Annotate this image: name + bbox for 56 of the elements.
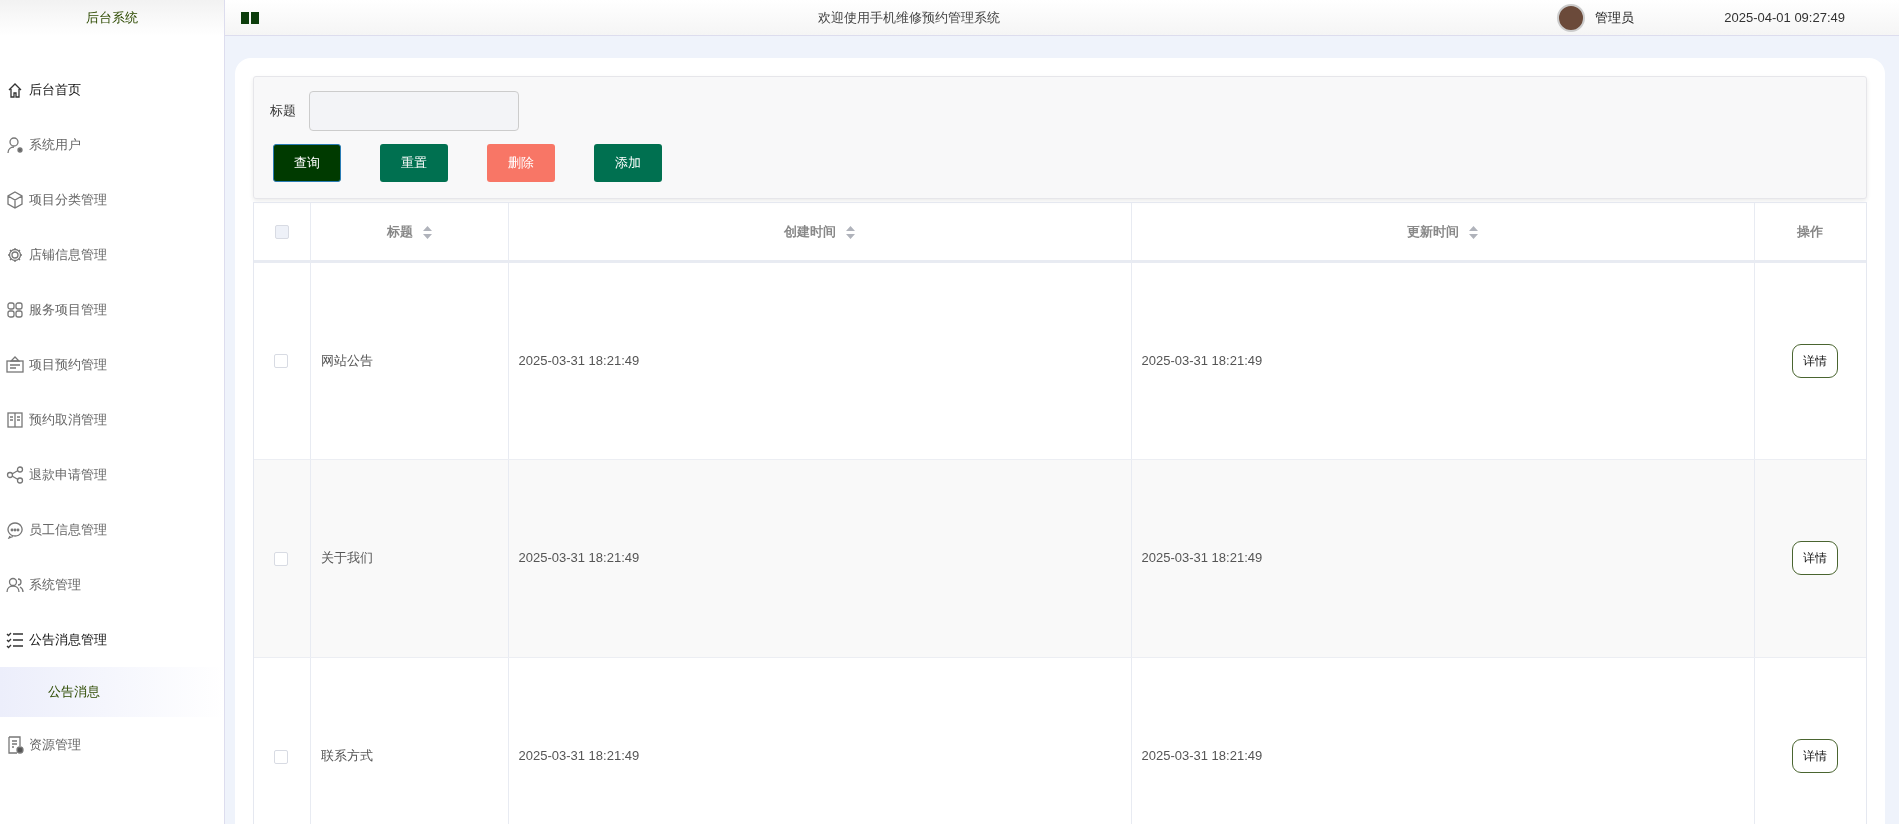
grid-icon (6, 300, 24, 319)
title-search-field[interactable] (309, 91, 519, 131)
column-header[interactable]: 创建时间 (784, 223, 836, 239)
welcome-text: 欢迎使用手机维修预约管理系统 (818, 9, 1001, 25)
sidebar-item[interactable]: 系统管理 (0, 557, 224, 612)
chat-icon (6, 520, 24, 539)
column-header[interactable]: 标题 (386, 223, 413, 239)
sidebar-item[interactable]: 项目分类管理 (0, 172, 224, 227)
menu-icon[interactable] (239, 9, 261, 26)
row-checkbox[interactable] (274, 551, 289, 566)
user-menu[interactable]: 管理员 (1595, 7, 1635, 28)
document-icon (6, 735, 24, 754)
cube-icon (6, 190, 24, 209)
share-icon (6, 465, 24, 484)
table-cell: 2025-03-31 18:21:49 (518, 748, 640, 764)
select-all-checkbox[interactable] (274, 225, 289, 240)
table-cell: 关于我们 (320, 550, 373, 566)
details-button[interactable]: 详情 (1791, 343, 1838, 378)
sort-icon[interactable] (422, 225, 432, 239)
table-cell: 2025-03-31 18:21:49 (1141, 748, 1263, 764)
datetime: 2025-04-01 09:27:49 (1724, 8, 1845, 27)
sidebar-item[interactable]: 服务项目管理 (0, 282, 224, 337)
gear-icon (6, 245, 24, 264)
sidebar-item[interactable]: 退款申请管理 (0, 447, 224, 502)
column-header: 操作 (1797, 223, 1824, 239)
field-label: 标题 (270, 102, 296, 121)
table-cell: 2025-03-31 18:21:49 (518, 550, 640, 566)
checklist-icon (6, 630, 24, 649)
sidebar-item[interactable]: 项目预约管理 (0, 337, 224, 392)
sidebar-item[interactable]: 店铺信息管理 (0, 227, 224, 282)
users-icon (6, 575, 24, 594)
avatar[interactable] (1557, 3, 1586, 32)
details-button[interactable]: 详情 (1791, 541, 1838, 575)
column-header[interactable]: 更新时间 (1407, 223, 1459, 239)
action-button[interactable]: 添加 (594, 144, 663, 182)
table-cell: 网站公告 (320, 352, 373, 368)
sort-icon[interactable] (1469, 225, 1478, 239)
action-button[interactable]: 重置 (380, 144, 449, 182)
sidebar-item[interactable]: 后台首页 (0, 62, 224, 117)
table-cell: 2025-03-31 18:21:49 (1141, 550, 1263, 566)
sidebar-item[interactable]: 系统用户 (0, 117, 224, 172)
sort-icon[interactable] (846, 225, 855, 239)
book-icon (6, 410, 24, 429)
sidebar-item[interactable]: 预约取消管理 (0, 392, 224, 447)
details-button[interactable]: 详情 (1791, 739, 1838, 773)
sidebar-item[interactable]: 资源管理 (0, 717, 224, 772)
table-cell: 2025-03-31 18:21:49 (1141, 352, 1263, 368)
sign-icon (6, 355, 24, 374)
sidebar-item[interactable]: 公告消息管理 (0, 612, 224, 667)
table-cell: 2025-03-31 18:21:49 (518, 352, 640, 368)
action-button[interactable]: 查询 (273, 144, 342, 182)
table-cell: 联系方式 (320, 748, 373, 764)
row-checkbox[interactable] (274, 749, 289, 764)
user-icon (6, 135, 24, 154)
sidebar-item[interactable]: 员工信息管理 (0, 502, 224, 557)
row-checkbox[interactable] (274, 354, 289, 369)
